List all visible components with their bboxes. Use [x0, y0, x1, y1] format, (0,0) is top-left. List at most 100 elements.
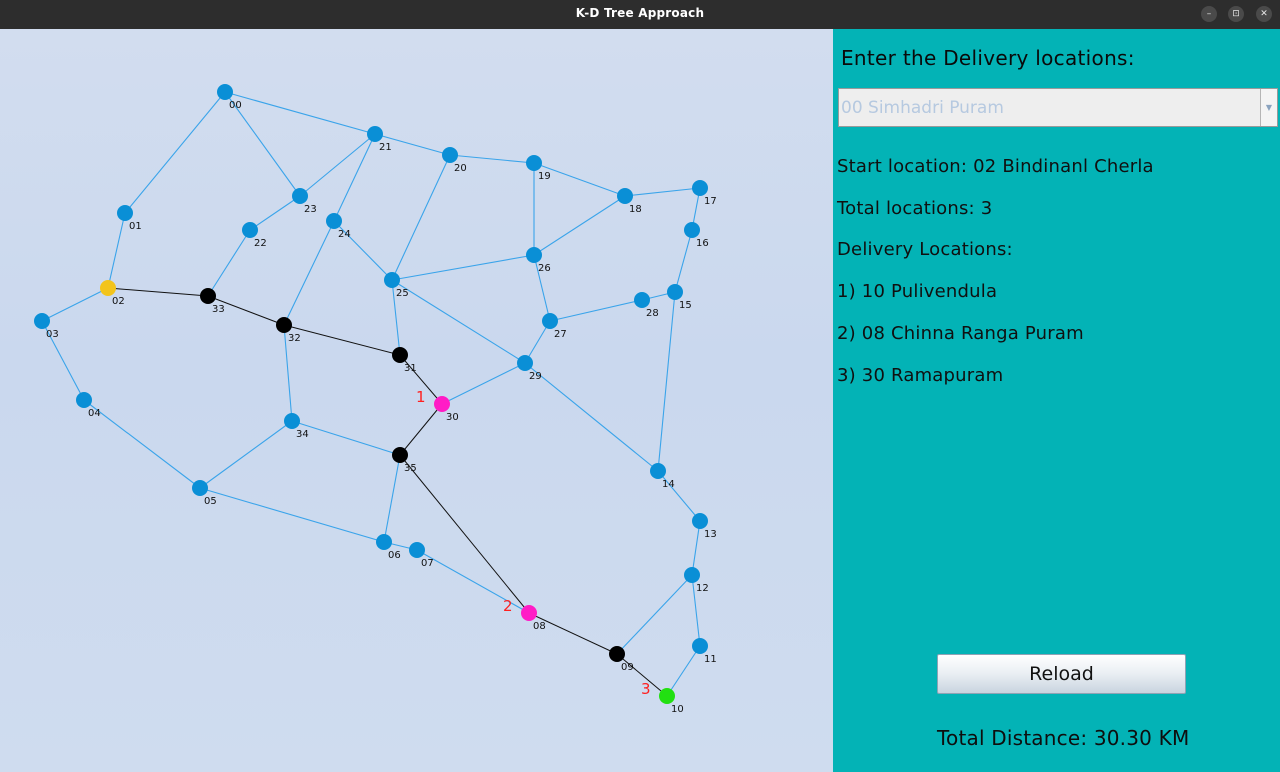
- delivery-order-label: 2: [503, 597, 513, 615]
- location-node-23[interactable]: [292, 188, 308, 204]
- chevron-down-icon[interactable]: ▼: [1260, 89, 1277, 126]
- node-label-22: 22: [254, 238, 267, 249]
- location-dropdown-value: 00 Simhadri Puram: [841, 98, 1004, 118]
- node-label-27: 27: [554, 329, 567, 340]
- node-label-24: 24: [338, 229, 351, 240]
- node-label-18: 18: [629, 204, 642, 215]
- node-label-17: 17: [704, 196, 717, 207]
- node-label-05: 05: [204, 496, 217, 507]
- node-label-12: 12: [696, 583, 709, 594]
- road-edge: [616, 574, 693, 655]
- route-edge: [528, 612, 618, 655]
- location-dropdown[interactable]: 00 Simhadri Puram ▼: [838, 88, 1278, 127]
- location-node-31[interactable]: [392, 347, 408, 363]
- node-label-11: 11: [704, 654, 717, 665]
- route-edge: [283, 324, 401, 356]
- node-label-20: 20: [454, 163, 467, 174]
- location-node-30[interactable]: [434, 396, 450, 412]
- location-node-24[interactable]: [326, 213, 342, 229]
- delivery-order-label: 3: [641, 680, 651, 698]
- route-layer: [107, 287, 668, 697]
- location-node-11[interactable]: [692, 638, 708, 654]
- node-label-03: 03: [46, 329, 59, 340]
- nodes-layer: [34, 84, 708, 704]
- location-node-13[interactable]: [692, 513, 708, 529]
- minimize-button[interactable]: –: [1201, 6, 1217, 22]
- node-label-13: 13: [704, 529, 717, 540]
- road-edge: [524, 362, 659, 472]
- location-node-25[interactable]: [384, 272, 400, 288]
- delivery-order-label: 1: [416, 388, 426, 406]
- node-label-35: 35: [404, 463, 417, 474]
- location-node-07[interactable]: [409, 542, 425, 558]
- map-canvas[interactable]: 00 01 02 03 04 05 06 07 08 09 10 11 12 13 14 15 16 17 18 19…: [0, 29, 833, 772]
- location-node-29[interactable]: [517, 355, 533, 371]
- location-node-14[interactable]: [650, 463, 666, 479]
- road-edge: [657, 291, 676, 472]
- road-edge: [199, 487, 385, 543]
- location-node-18[interactable]: [617, 188, 633, 204]
- location-node-20[interactable]: [442, 147, 458, 163]
- node-label-23: 23: [304, 204, 317, 215]
- delivery-item: 2) 08 Chinna Ranga Puram: [837, 323, 1084, 344]
- node-label-00: 00: [229, 100, 242, 111]
- road-edge: [199, 420, 293, 489]
- window-title: K-D Tree Approach: [575, 6, 705, 20]
- node-label-19: 19: [538, 171, 551, 182]
- location-node-27[interactable]: [542, 313, 558, 329]
- road-edge: [283, 220, 335, 326]
- location-node-06[interactable]: [376, 534, 392, 550]
- road-edge: [691, 520, 701, 576]
- location-node-03[interactable]: [34, 313, 50, 329]
- road-edge: [666, 645, 701, 697]
- road-edge: [41, 287, 109, 322]
- location-node-08[interactable]: [521, 605, 537, 621]
- node-label-10: 10: [671, 704, 684, 715]
- node-label-21: 21: [379, 142, 392, 153]
- node-label-16: 16: [696, 238, 709, 249]
- road-edge: [533, 195, 626, 256]
- road-edge: [624, 187, 701, 197]
- location-node-32[interactable]: [276, 317, 292, 333]
- node-label-09: 09: [621, 662, 634, 673]
- close-button[interactable]: ✕: [1256, 6, 1272, 22]
- road-edge: [224, 91, 376, 135]
- total-distance-text: Total Distance: 30.30 KM: [937, 726, 1190, 750]
- location-node-10[interactable]: [659, 688, 675, 704]
- location-node-12[interactable]: [684, 567, 700, 583]
- maximize-button[interactable]: ⊡: [1228, 6, 1244, 22]
- location-node-04[interactable]: [76, 392, 92, 408]
- node-label-25: 25: [396, 288, 409, 299]
- location-node-05[interactable]: [192, 480, 208, 496]
- node-label-06: 06: [388, 550, 401, 561]
- node-label-02: 02: [112, 296, 125, 307]
- location-node-17[interactable]: [692, 180, 708, 196]
- node-label-34: 34: [296, 429, 309, 440]
- control-panel: Enter the Delivery locations: 00 Simhadr…: [833, 29, 1280, 772]
- node-label-04: 04: [88, 408, 101, 419]
- location-node-34[interactable]: [284, 413, 300, 429]
- delivery-item: 1) 10 Pulivendula: [837, 281, 998, 302]
- location-node-09[interactable]: [609, 646, 625, 662]
- location-node-21[interactable]: [367, 126, 383, 142]
- location-node-15[interactable]: [667, 284, 683, 300]
- location-node-35[interactable]: [392, 447, 408, 463]
- location-node-33[interactable]: [200, 288, 216, 304]
- node-label-07: 07: [421, 558, 434, 569]
- reload-button[interactable]: Reload: [937, 654, 1186, 694]
- location-node-16[interactable]: [684, 222, 700, 238]
- location-node-02[interactable]: [100, 280, 116, 296]
- road-edge: [299, 133, 376, 197]
- node-label-32: 32: [288, 333, 301, 344]
- location-node-19[interactable]: [526, 155, 542, 171]
- location-node-01[interactable]: [117, 205, 133, 221]
- road-edge: [391, 254, 535, 281]
- node-label-26: 26: [538, 263, 551, 274]
- edges-layer: [41, 91, 701, 697]
- location-node-22[interactable]: [242, 222, 258, 238]
- location-node-28[interactable]: [634, 292, 650, 308]
- road-edge: [449, 154, 535, 164]
- location-node-26[interactable]: [526, 247, 542, 263]
- panel-heading: Enter the Delivery locations:: [841, 46, 1135, 70]
- location-node-00[interactable]: [217, 84, 233, 100]
